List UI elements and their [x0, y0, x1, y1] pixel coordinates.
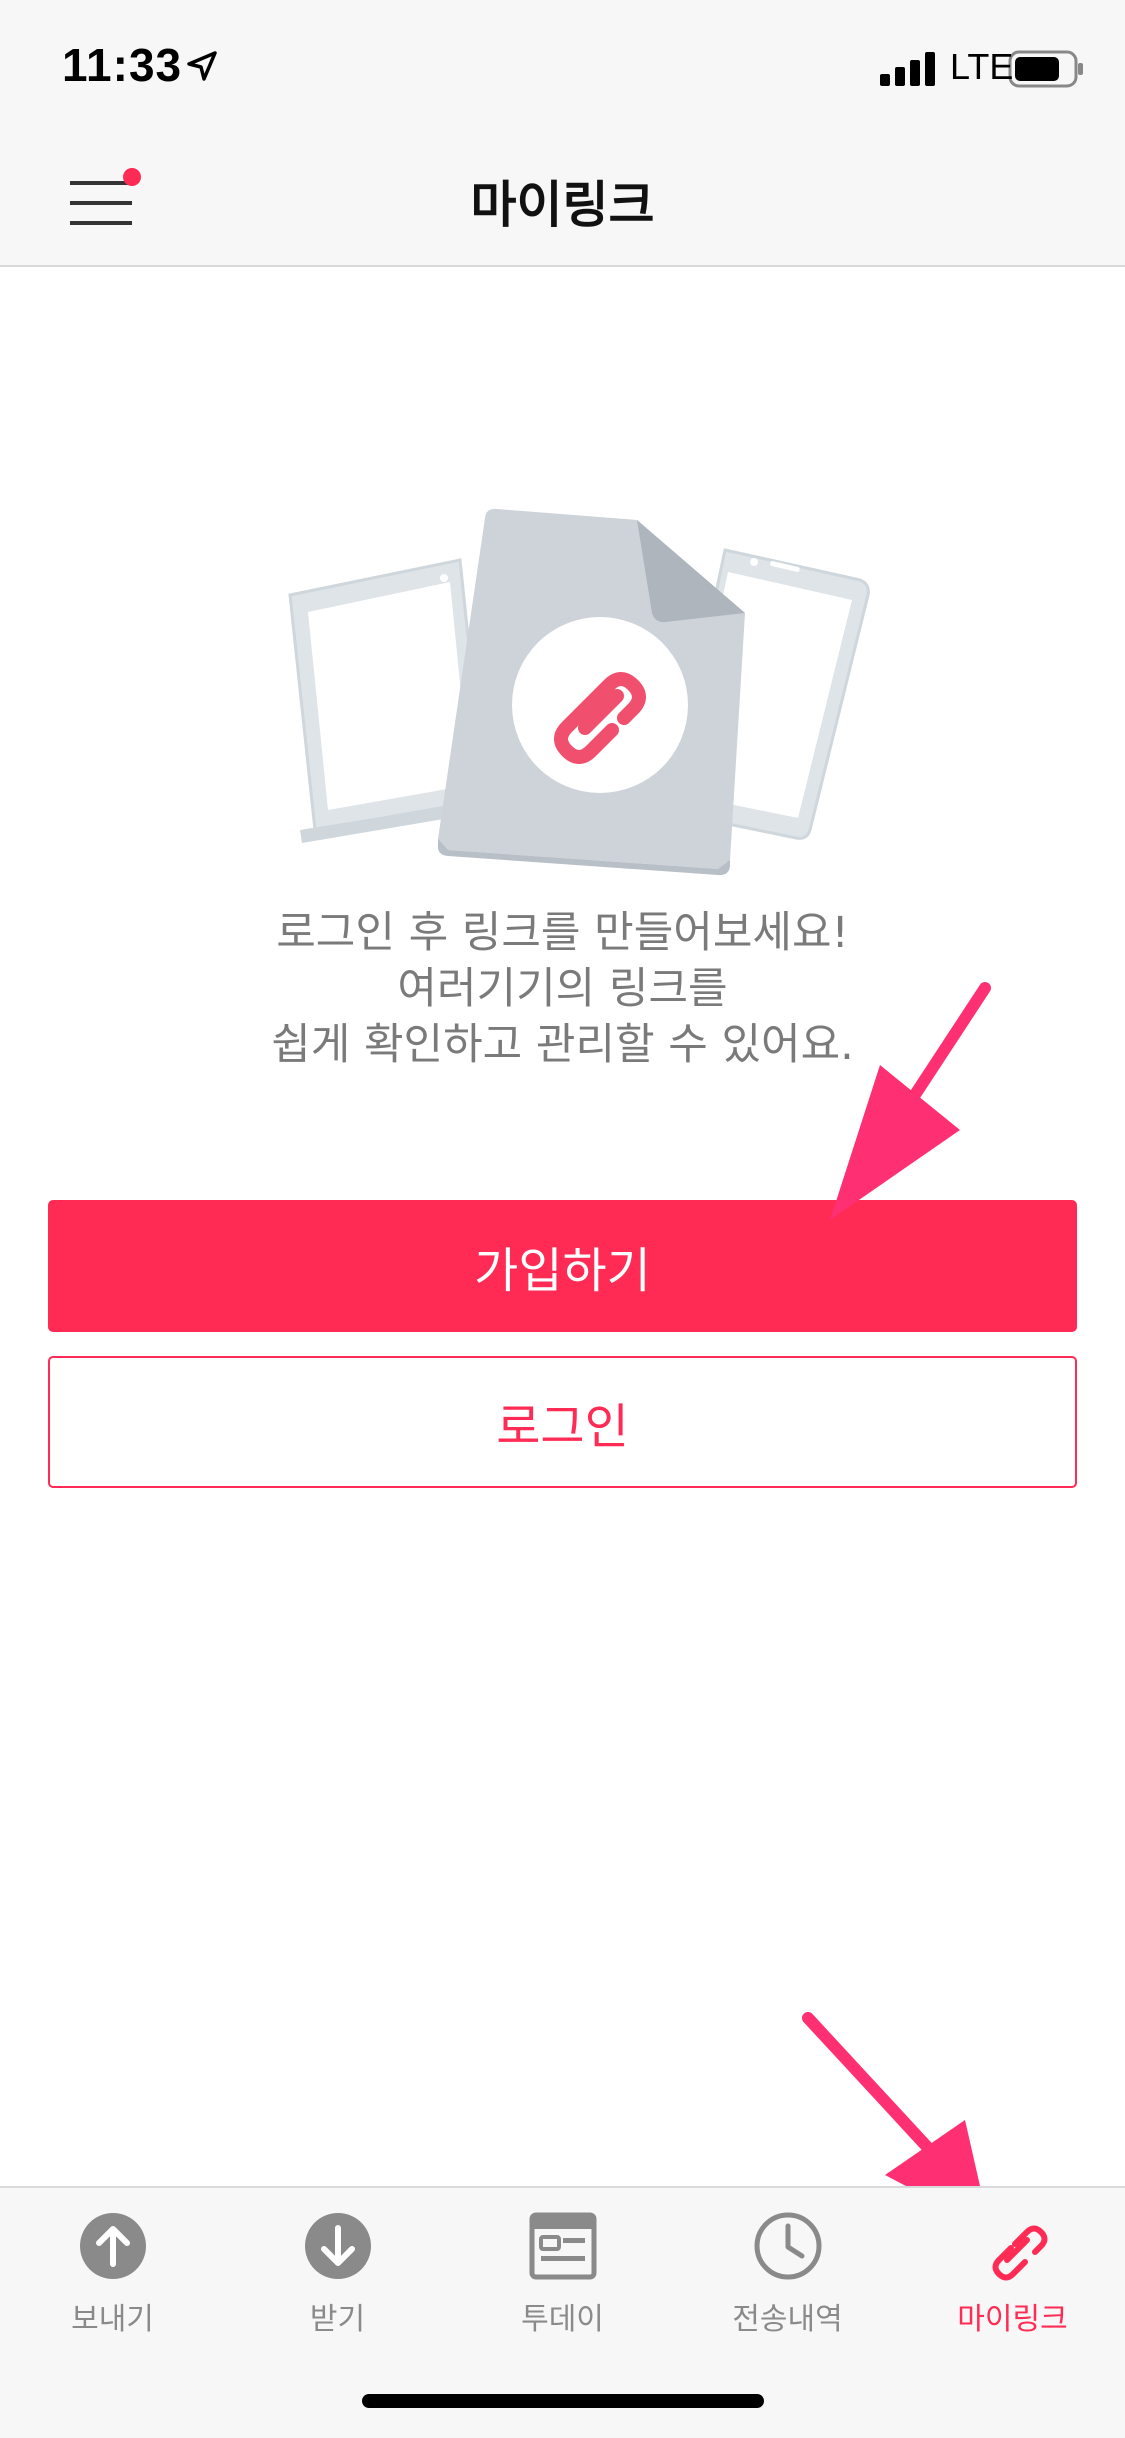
tab-label: 마이링크 [957, 2302, 1068, 2337]
signup-button[interactable]: 가입하기 [48, 1200, 1077, 1332]
clock-icon [754, 2212, 821, 2280]
message-line-3: 쉽게 확인하고 관리할 수 있어요. [271, 1020, 854, 1070]
devices-link-illustration [288, 508, 870, 876]
download-icon [304, 2213, 371, 2279]
navigation-bar: 마이링크 [0, 135, 1125, 267]
document-illustration [437, 508, 745, 876]
today-icon [529, 2212, 596, 2280]
upload-icon [79, 2213, 146, 2279]
page-title: 마이링크 [470, 176, 655, 234]
message-line-2: 여러기기의 링크를 [397, 964, 728, 1014]
location-arrow-icon [187, 51, 217, 81]
home-indicator [362, 2394, 764, 2408]
signal-strength-icon [880, 52, 935, 86]
empty-state-message: 로그인 후 링크를 만들어보세요! 여러기기의 링크를 쉽게 확인하고 관리할 … [0, 905, 1125, 1073]
tab-receive[interactable]: 받기 [225, 2210, 450, 2350]
tab-label: 투데이 [521, 2302, 604, 2337]
network-type-label: LTE [950, 46, 1014, 87]
tab-history[interactable]: 전송내역 [675, 2210, 900, 2350]
tab-label: 받기 [309, 2302, 366, 2337]
tab-today[interactable]: 투데이 [450, 2210, 675, 2350]
login-button[interactable]: 로그인 [48, 1356, 1077, 1488]
status-bar: 11:33 LTE [0, 0, 1125, 135]
tab-label: 보내기 [71, 2302, 154, 2337]
battery-icon [1008, 50, 1083, 88]
status-time: 11:33 [62, 39, 183, 91]
link-icon [992, 2225, 1047, 2281]
tab-send[interactable]: 보내기 [0, 2210, 225, 2350]
message-line-1: 로그인 후 링크를 만들어보세요! [276, 908, 849, 958]
tab-mylink[interactable]: 마이링크 [900, 2210, 1125, 2350]
tab-label: 전송내역 [732, 2302, 843, 2337]
